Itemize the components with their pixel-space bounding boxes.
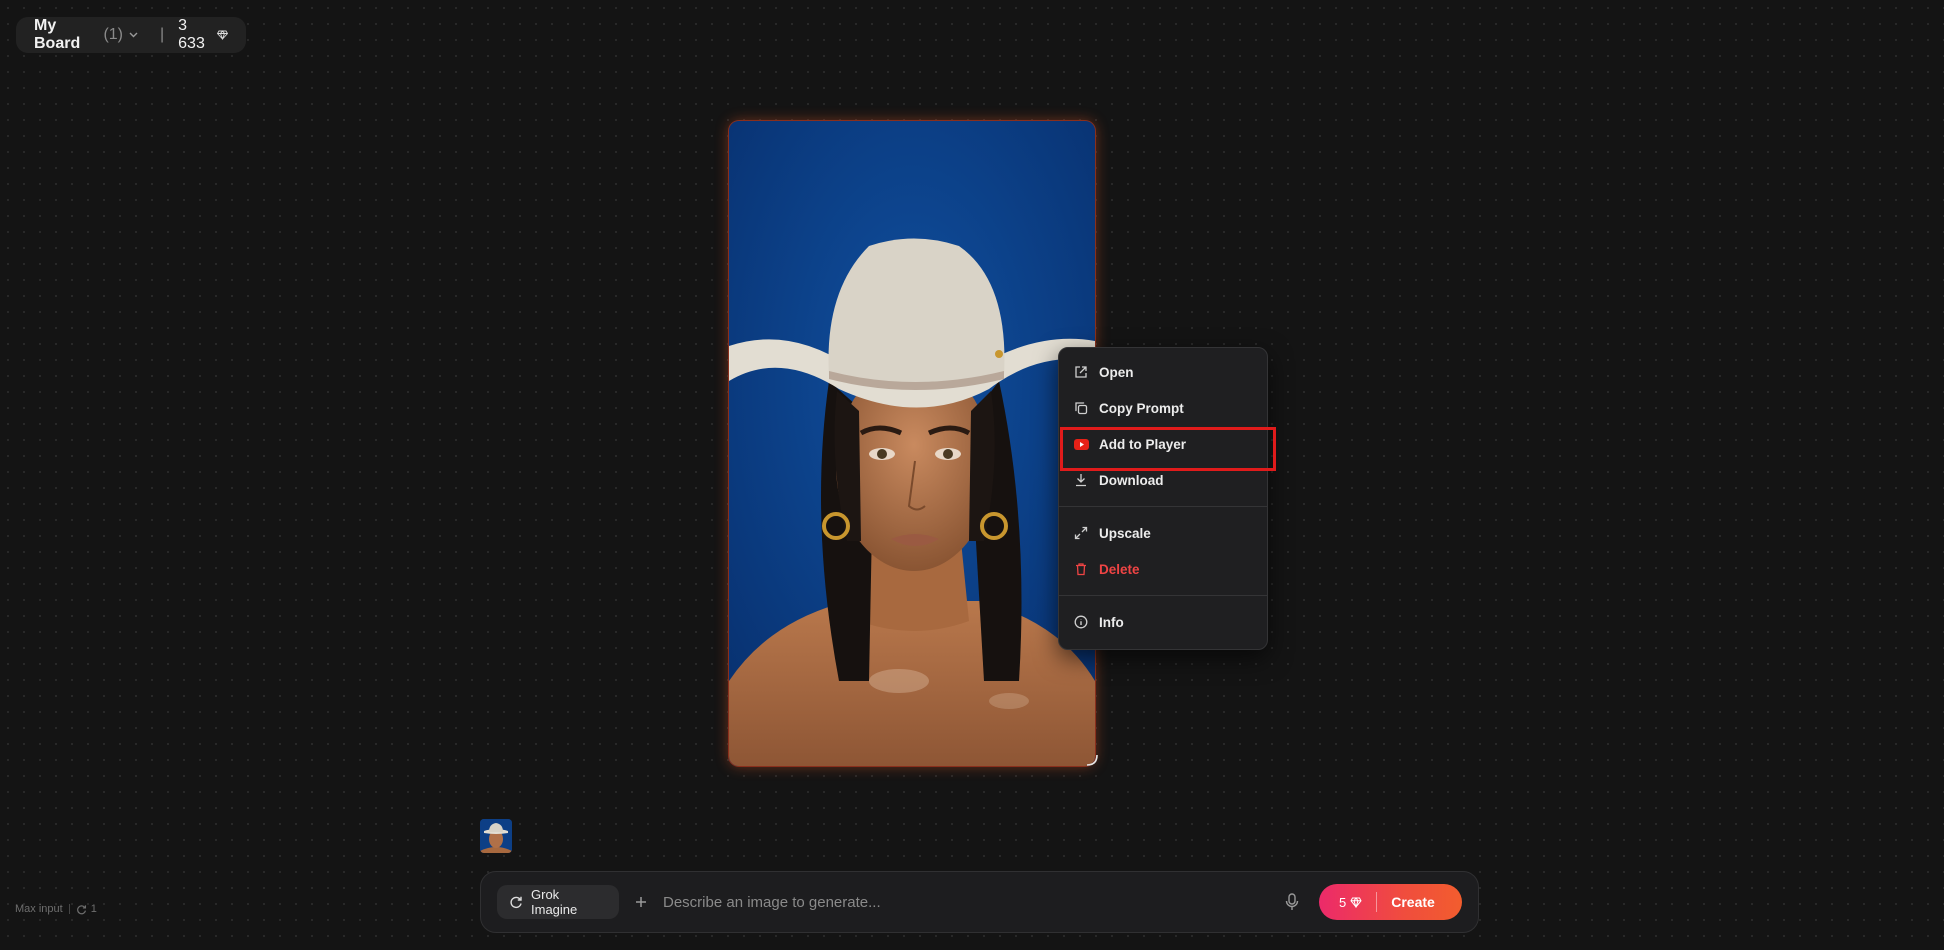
gem-icon	[1350, 896, 1362, 908]
footer-status: Max input 1	[15, 903, 97, 915]
create-button[interactable]: 5 Create	[1319, 884, 1462, 920]
copy-icon	[1073, 400, 1089, 416]
board-count: (1)	[103, 26, 123, 43]
footer-count: 1	[90, 903, 97, 915]
menu-item-label: Download	[1099, 472, 1164, 488]
refresh-icon	[76, 904, 87, 915]
menu-item-label: Add to Player	[1099, 436, 1187, 452]
max-input-label: Max input	[15, 903, 63, 915]
menu-item-label: Copy Prompt	[1099, 400, 1184, 416]
menu-divider	[1059, 506, 1267, 507]
chevron-down-icon	[129, 30, 138, 41]
model-selector[interactable]: Grok Imagine	[497, 885, 619, 919]
board-selector[interactable]: My Board (1) | 3 633	[16, 17, 246, 53]
menu-item-info[interactable]: Info	[1059, 604, 1267, 640]
menu-item-open[interactable]: Open	[1059, 354, 1267, 390]
prompt-composer: Grok Imagine 5 Create	[480, 871, 1479, 933]
generated-image-card[interactable]	[729, 121, 1095, 766]
credits-count: 3 633	[178, 17, 205, 52]
menu-item-copy-prompt[interactable]: Copy Prompt	[1059, 390, 1267, 426]
info-icon	[1073, 614, 1089, 630]
context-menu: Open Copy Prompt Add to Player Download …	[1058, 347, 1276, 650]
download-icon	[1073, 472, 1089, 488]
prompt-input[interactable]	[663, 885, 1285, 919]
gem-icon	[217, 30, 228, 40]
menu-item-label: Delete	[1099, 561, 1140, 577]
menu-item-label: Open	[1099, 364, 1134, 380]
menu-item-delete[interactable]: Delete	[1059, 551, 1267, 587]
menu-item-label: Upscale	[1099, 525, 1151, 541]
menu-item-download[interactable]: Download	[1059, 462, 1267, 498]
reference-thumbnail[interactable]	[480, 819, 512, 853]
portrait-image	[729, 121, 1095, 766]
resize-handle[interactable]	[1084, 752, 1100, 773]
menu-divider	[1059, 595, 1267, 596]
menu-item-label: Info	[1099, 614, 1124, 630]
footer-separator	[68, 904, 70, 914]
create-label: Create	[1391, 894, 1435, 910]
board-name: My Board	[34, 17, 81, 52]
youtube-play-icon	[1073, 436, 1089, 452]
board-separator: |	[160, 26, 165, 43]
trash-icon	[1073, 561, 1089, 577]
model-name: Grok Imagine	[531, 887, 578, 917]
cost-badge: 5	[1339, 895, 1362, 910]
cost-value: 5	[1339, 894, 1347, 910]
add-attachment-button[interactable]	[633, 892, 649, 913]
external-link-icon	[1073, 364, 1089, 380]
menu-item-add-to-player[interactable]: Add to Player	[1059, 426, 1276, 471]
expand-icon	[1073, 525, 1089, 541]
create-divider	[1376, 892, 1378, 912]
menu-item-upscale[interactable]: Upscale	[1059, 515, 1267, 551]
refresh-icon	[509, 895, 523, 909]
microphone-icon[interactable]	[1285, 893, 1299, 911]
